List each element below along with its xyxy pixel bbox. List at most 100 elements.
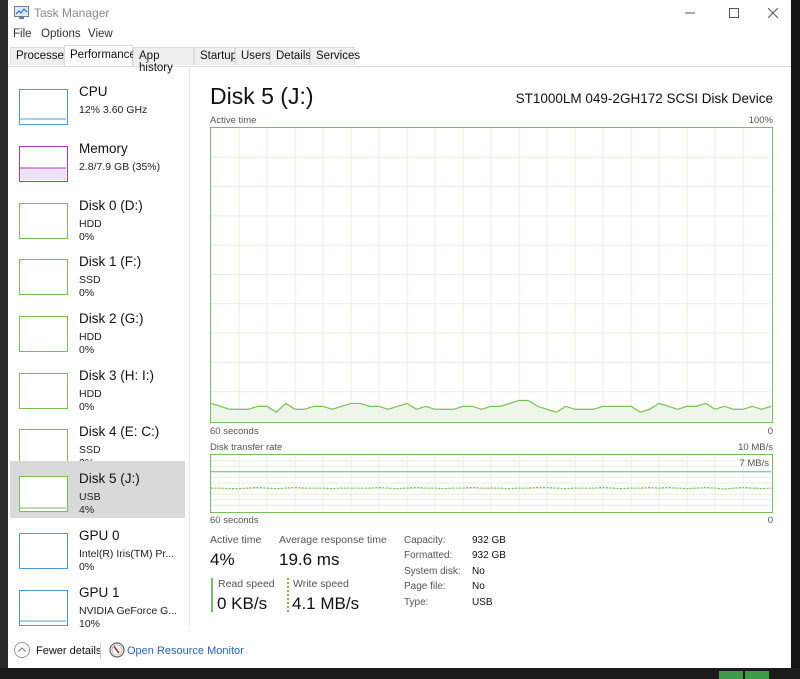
disk-thumbnail-line xyxy=(20,374,66,407)
sidebar-item-detail-line2: 0% xyxy=(79,287,95,299)
active-time-min-label: 0 xyxy=(767,426,773,437)
memory-thumbnail-line xyxy=(20,167,66,180)
menu-file[interactable]: File xyxy=(13,28,32,40)
close-button[interactable] xyxy=(753,0,793,26)
write-speed-legend-bar xyxy=(287,578,289,612)
transfer-rate-graph-label: Disk transfer rate xyxy=(210,442,283,453)
sidebar-item-disk-3-h-i[interactable]: Disk 3 (H: I:) HDD 0% xyxy=(10,358,185,415)
disk-thumbnail-line xyxy=(20,204,66,237)
sidebar-item-title: Disk 0 (D:) xyxy=(79,198,143,213)
sidebar-item-detail-line2: 0% xyxy=(79,231,95,243)
read-speed-label: Read speed xyxy=(218,578,275,590)
sidebar-item-cpu[interactable]: CPU 12% 3.60 GHz xyxy=(10,74,185,131)
sidebar-item-detail-line2: 10% xyxy=(79,618,101,630)
gpu-thumbnail-line xyxy=(20,620,66,622)
taskbar-item xyxy=(745,671,769,679)
sidebar-item-disk-2-g[interactable]: Disk 2 (G:) HDD 0% xyxy=(10,301,185,358)
sidebar-item-detail: SSD0% xyxy=(79,274,101,300)
maximize-button[interactable] xyxy=(714,0,754,26)
desktop-background-left xyxy=(0,0,8,679)
disk-thumbnail-graph xyxy=(19,203,68,239)
taskbar-item xyxy=(719,671,743,679)
fewer-details-link[interactable]: Fewer details xyxy=(36,645,101,657)
close-icon xyxy=(768,8,778,18)
info-key-type: Type: xyxy=(404,597,429,608)
performance-sidebar: CPU 12% 3.60 GHz Memory 2.8/7.9 GB (35%) Dis… xyxy=(8,66,190,630)
sidebar-item-title: Disk 5 (J:) xyxy=(79,471,140,486)
menu-bar: File Options View xyxy=(8,26,791,44)
taskbar-background xyxy=(0,668,800,679)
sidebar-item-title: CPU xyxy=(79,84,108,99)
write-speed-value: 4.1 MB/s xyxy=(292,594,360,613)
sidebar-item-disk-1-f[interactable]: Disk 1 (F:) SSD 0% xyxy=(10,244,185,301)
sidebar-item-title: GPU 0 xyxy=(79,528,120,543)
resource-monitor-icon[interactable] xyxy=(109,642,125,658)
active-time-chart xyxy=(211,128,771,421)
tab-app-history[interactable]: App history xyxy=(133,47,194,74)
sidebar-item-detail: HDD 0% xyxy=(79,331,102,357)
cpu-thumbnail-line xyxy=(20,118,66,120)
tab-users[interactable]: Users xyxy=(235,47,271,65)
sidebar-item-detail: HDD 0% xyxy=(79,388,102,414)
minimize-icon xyxy=(685,12,695,14)
sidebar-item-detail-line2: 0% xyxy=(79,344,95,356)
sidebar-item-title: Disk 2 (G:) xyxy=(79,311,144,326)
gpu-thumbnail-line xyxy=(20,534,66,567)
sidebar-item-detail: 2.8/7.9 GB (35%) xyxy=(79,161,160,174)
maximize-icon xyxy=(729,8,739,18)
tab-services[interactable]: Services xyxy=(310,47,360,65)
info-key-system-disk: System disk: xyxy=(404,566,461,577)
sidebar-item-detail-line1: HDD xyxy=(79,331,102,343)
footer: Fewer details Open Resource Monitor xyxy=(8,634,791,668)
footer-divider xyxy=(100,643,101,659)
active-time-max-label: 100% xyxy=(748,115,773,126)
disk-thumbnail-graph xyxy=(19,373,68,409)
fewer-details-button[interactable] xyxy=(14,642,30,658)
sidebar-item-title: Disk 3 (H: I:) xyxy=(79,368,155,383)
info-key-capacity: Capacity: xyxy=(404,535,446,546)
disk-thumbnail-line xyxy=(20,260,66,293)
task-manager-icon xyxy=(14,6,29,19)
disk-thumbnail-graph xyxy=(19,429,68,465)
sidebar-item-detail: 12% 3.60 GHz xyxy=(79,104,147,117)
tab-performance[interactable]: Performance xyxy=(64,45,136,66)
desktop-background-right xyxy=(791,0,800,679)
sidebar-item-disk-5-j[interactable]: Disk 5 (J:) USB 4% xyxy=(10,461,185,518)
sidebar-item-detail: USB 4% xyxy=(79,491,101,517)
device-model: ST1000LM 049-2GH172 SCSI Disk Device xyxy=(515,91,773,106)
sidebar-item-detail-line2: 0% xyxy=(79,401,95,413)
tab-details[interactable]: Details xyxy=(270,47,311,65)
sidebar-item-disk-0-d[interactable]: Disk 0 (D:) HDD 0% xyxy=(10,188,185,245)
minimize-button[interactable] xyxy=(670,0,710,26)
disk-thumbnail-line xyxy=(20,317,66,350)
gpu-thumbnail-graph xyxy=(19,590,68,626)
info-value-formatted: 932 GB xyxy=(472,550,506,561)
sidebar-item-detail-line2: 0% xyxy=(79,561,95,573)
transfer-rate-x-label: 60 seconds xyxy=(210,515,259,526)
sidebar-item-title: Disk 4 (E: C:) xyxy=(79,424,160,439)
active-time-graph-label: Active time xyxy=(210,115,257,126)
info-value-type: USB xyxy=(472,597,493,608)
menu-view[interactable]: View xyxy=(88,28,113,40)
sidebar-item-gpu-1[interactable]: GPU 1 NVIDIA GeForce G... 10% xyxy=(10,575,185,632)
sidebar-item-title: Memory xyxy=(79,141,128,156)
tab-startup[interactable]: Startup xyxy=(194,47,237,65)
disk-thumbnail-graph xyxy=(19,259,68,295)
title-bar: Task Manager xyxy=(8,0,791,26)
active-time-graph xyxy=(210,127,773,423)
sidebar-item-detail-line2: 4% xyxy=(79,504,95,516)
open-resource-monitor-link[interactable]: Open Resource Monitor xyxy=(127,645,244,657)
transfer-rate-chart xyxy=(211,455,771,511)
task-manager-window: Task Manager File Options View Processes… xyxy=(8,0,791,668)
sidebar-item-gpu-0[interactable]: GPU 0 Intel(R) Iris(TM) Pr... 0% xyxy=(10,518,185,575)
info-value-system-disk: No xyxy=(472,566,485,577)
sidebar-item-detail-line1: 12% 3.60 GHz xyxy=(79,104,148,116)
sidebar-item-memory[interactable]: Memory 2.8/7.9 GB (35%) xyxy=(10,131,185,188)
info-value-page-file: No xyxy=(472,581,485,592)
tab-processes[interactable]: Processes xyxy=(10,47,70,65)
menu-options[interactable]: Options xyxy=(41,28,81,40)
page-title: Disk 5 (J:) xyxy=(210,83,314,109)
transfer-rate-min-label: 0 xyxy=(767,515,773,526)
avg-response-stat-value: 19.6 ms xyxy=(279,550,340,569)
sidebar-item-title: GPU 1 xyxy=(79,585,120,600)
